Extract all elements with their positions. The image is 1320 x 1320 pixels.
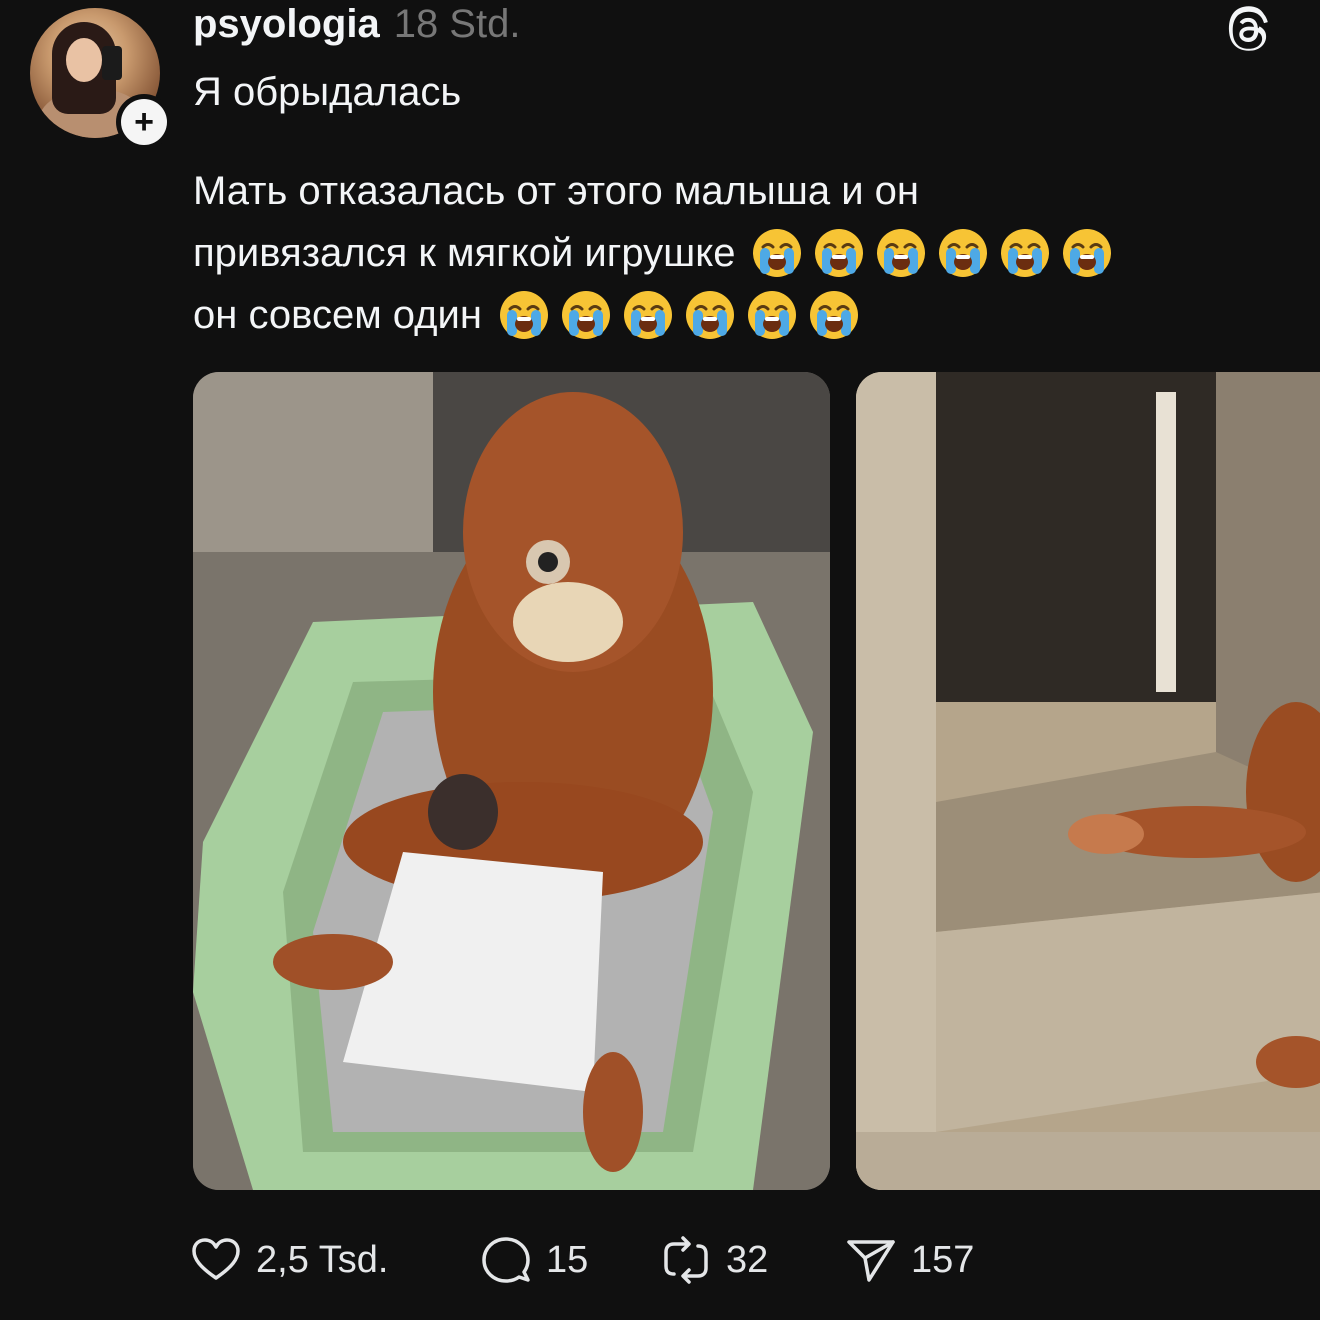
post-line-1: Я обрыдалась — [193, 70, 462, 114]
loudly-crying-face-icon — [937, 227, 989, 279]
loudly-crying-face-icon — [875, 227, 927, 279]
share-count: 157 — [911, 1238, 975, 1281]
loudly-crying-face-icon — [999, 227, 1051, 279]
repost-button[interactable]: 32 — [660, 1228, 768, 1292]
emoji-group — [498, 289, 870, 341]
repost-count: 32 — [726, 1238, 769, 1281]
post-image-1[interactable] — [193, 372, 830, 1190]
post-body-line-text: он совсем один — [193, 293, 482, 337]
repost-icon — [664, 1236, 708, 1284]
comment-icon — [482, 1237, 530, 1283]
like-count: 2,5 Tsd. — [256, 1238, 389, 1281]
loudly-crying-face-icon — [1061, 227, 1113, 279]
loudly-crying-face-icon — [813, 227, 865, 279]
loudly-crying-face-icon — [808, 289, 860, 341]
username[interactable]: psyologia — [193, 2, 380, 47]
post-time: 18 Std. — [393, 2, 521, 46]
post-body-line: Мать отказалась от этого малыша и он — [193, 160, 1253, 222]
loudly-crying-face-icon — [560, 289, 612, 341]
loudly-crying-face-icon — [498, 289, 550, 341]
follow-button[interactable]: + — [116, 94, 172, 150]
share-button[interactable]: 157 — [845, 1228, 974, 1292]
post-header: psyologia 18 Std. — [193, 2, 520, 47]
avatar-phone-shape — [102, 46, 122, 80]
loudly-crying-face-icon — [684, 289, 736, 341]
emoji-group — [751, 227, 1123, 279]
post-avatar-area[interactable]: + — [30, 8, 172, 150]
loudly-crying-face-icon — [746, 289, 798, 341]
post-image-2[interactable] — [856, 372, 1320, 1190]
monkey-basket-photo — [193, 372, 830, 1190]
reply-count: 15 — [546, 1238, 589, 1281]
loudly-crying-face-icon — [751, 227, 803, 279]
send-icon — [847, 1240, 895, 1282]
loudly-crying-face-icon — [622, 289, 674, 341]
monkey-steps-photo — [856, 372, 1320, 1190]
avatar-face-shape — [66, 38, 102, 82]
post-body-line: он совсем один — [193, 284, 1253, 346]
threads-logo-icon[interactable] — [1224, 6, 1272, 54]
heart-icon — [192, 1238, 240, 1280]
plus-icon: + — [121, 99, 167, 145]
post-body-line-text: Мать отказалась от этого малыша и он — [193, 169, 919, 213]
action-bar: 2,5 Tsd. 15 32 157 — [190, 1228, 1090, 1292]
post-body-line: привязался к мягкой игрушке — [193, 222, 1253, 284]
reply-button[interactable]: 15 — [480, 1228, 588, 1292]
like-button[interactable]: 2,5 Tsd. — [190, 1228, 388, 1292]
post-body-line-text: привязался к мягкой игрушке — [193, 231, 736, 275]
post-body: Мать отказалась от этого малыша и он прив… — [193, 160, 1253, 346]
